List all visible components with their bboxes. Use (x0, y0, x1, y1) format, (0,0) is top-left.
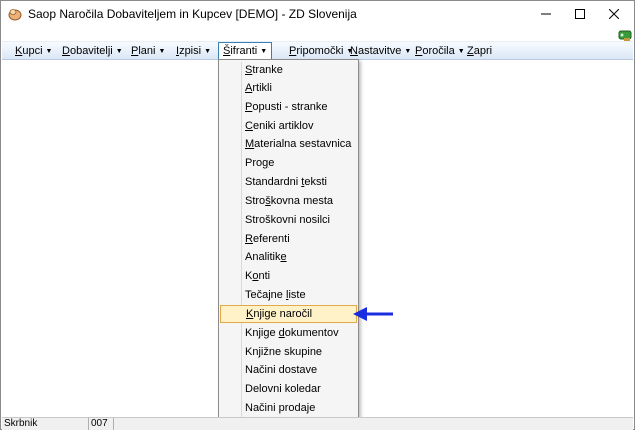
menu-label-underline: Z (467, 45, 474, 57)
status-bar: Skrbnik 007 (2, 417, 633, 430)
menu-sifranti[interactable]: Šifranti ▼ (218, 42, 273, 60)
item-label-post: nti (258, 270, 271, 282)
item-label-pre: Načini prodaje (245, 402, 316, 414)
item-label-post: eferenti (252, 233, 290, 245)
maximize-icon (575, 9, 585, 19)
dropdown-arrow-icon: ▼ (115, 48, 123, 55)
menu-item-nacini-prodaje[interactable]: Načini prodaje (219, 399, 358, 417)
menu-item-delovni-koledar[interactable]: Delovni koledar (219, 380, 358, 398)
window-title: Saop Naročila Dobaviteljem in Kupcev [DE… (28, 7, 357, 21)
menu-label: lani (138, 45, 156, 57)
menu-bar: Kupci ▼ Dobavitelji ▼ Plani ▼ Izpisi ▼ Šifra… (2, 41, 633, 60)
item-label-pre: Analitik (245, 251, 281, 263)
menu-dobavitelji[interactable]: Dobavitelji ▼ (58, 43, 127, 60)
item-label-pre: Knjige (245, 327, 279, 339)
item-label-pre: Knjižne skupine (245, 346, 323, 358)
item-label-pre: Tečajne (245, 289, 286, 301)
menu-item-artikli[interactable]: Artikli (219, 79, 358, 97)
menu-nastavitve[interactable]: Nastavitve ▼ (346, 43, 415, 60)
menu-label: ifranti (230, 45, 258, 57)
item-label-pre: Standardni (245, 176, 302, 188)
item-label-post: okumentov (284, 327, 339, 339)
pointer-arrow-icon (353, 307, 393, 321)
menu-label: zpisi (179, 45, 202, 57)
item-label-post: iste (288, 289, 306, 301)
menu-item-knjige-narocil[interactable]: Knjige naročil (220, 305, 357, 323)
minimize-button[interactable] (529, 1, 563, 27)
menu-plani[interactable]: Plani ▼ (127, 43, 169, 60)
item-label-pre: Delovni koledar (245, 383, 321, 395)
item-label-pre: Stro (245, 195, 266, 207)
item-label-post: tranke (252, 64, 283, 76)
menu-label: oročila (422, 45, 455, 57)
green-user-icon[interactable] (618, 28, 632, 42)
status-code: 007 (89, 418, 114, 430)
menu-item-stranke[interactable]: Stranke (219, 61, 358, 79)
menu-item-ceniki-artiklov[interactable]: Ceniki artiklov (219, 117, 358, 135)
menu-porocila[interactable]: Poročila ▼ (411, 43, 469, 60)
menu-label: ripomočki (296, 45, 344, 57)
status-user: Skrbnik (2, 418, 89, 430)
menu-item-analitike[interactable]: Analitike (219, 248, 358, 266)
menu-item-knjige-dokumentov[interactable]: Knjige dokumentov (219, 324, 358, 342)
close-icon (609, 9, 619, 19)
maximize-button[interactable] (563, 1, 597, 27)
menu-label: obavitelji (69, 45, 113, 57)
item-label-post: aterialna sestavnica (254, 138, 352, 150)
menu-item-stroskovna-mesta[interactable]: Stroškovna mesta (219, 192, 358, 210)
menu-label: upci (22, 45, 43, 57)
item-label-post: njige naročil (253, 308, 313, 320)
menu-item-stroskovni-nosilci[interactable]: Stroškovni nosilci (219, 211, 358, 229)
menu-label-underline: D (62, 45, 70, 57)
item-label-accel: M (245, 138, 255, 150)
title-bar: Saop Naročila Dobaviteljem in Kupcev [DE… (1, 1, 634, 27)
dropdown-arrow-icon: ▼ (158, 48, 166, 55)
item-label-post: opusti - stranke (252, 101, 328, 113)
item-label-post: e (268, 157, 275, 169)
menu-item-materialna-sestavnica[interactable]: Materialna sestavnica (219, 135, 358, 153)
item-label-accel: C (245, 120, 253, 132)
menu-item-nacini-dostave[interactable]: Načini dostave (219, 361, 358, 379)
menu-item-konti[interactable]: Konti (219, 267, 358, 285)
menu-kupci[interactable]: Kupci ▼ (11, 43, 56, 60)
sifranti-dropdown-menu: Stranke Artikli Popusti - stranke Ceniki… (218, 59, 359, 420)
item-label-post: eksti (304, 176, 327, 188)
minimize-icon (541, 13, 551, 15)
menu-item-popusti-stranke[interactable]: Popusti - stranke (219, 98, 358, 116)
item-label-post: rtikli (252, 82, 272, 94)
item-label-post: kovna mesta (270, 195, 334, 207)
menu-item-referenti[interactable]: Referenti (219, 230, 358, 248)
menu-item-proge[interactable]: Proge (219, 154, 358, 172)
item-label-accel: e (280, 251, 287, 263)
menu-izpisi[interactable]: Izpisi ▼ (172, 43, 215, 60)
item-label-pre: Načini dostave (245, 364, 318, 376)
menu-label-underline: N (350, 45, 358, 57)
menu-zapri[interactable]: Zapri (463, 43, 496, 60)
item-label-post: eniki artiklov (252, 120, 314, 132)
menu-item-knjizne-skupine[interactable]: Knjižne skupine (219, 343, 358, 361)
app-logo-icon (8, 9, 22, 21)
item-label-pre: Stroškovni nosilci (245, 214, 330, 226)
app-window: Saop Naročila Dobaviteljem in Kupcev [DE… (0, 0, 635, 430)
menu-item-standardni-teksti[interactable]: Standardni teksti (219, 173, 358, 191)
item-label-accel: R (245, 233, 253, 245)
dropdown-arrow-icon: ▼ (260, 48, 268, 55)
menu-label: apri (473, 45, 493, 57)
menu-label: astavitve (357, 45, 402, 57)
dropdown-arrow-icon: ▼ (45, 48, 53, 55)
menu-item-tecajne-liste[interactable]: Tečajne liste (219, 286, 358, 304)
close-button[interactable] (597, 1, 631, 27)
dropdown-arrow-icon: ▼ (204, 48, 212, 55)
item-label-pre: Pro (245, 157, 263, 169)
